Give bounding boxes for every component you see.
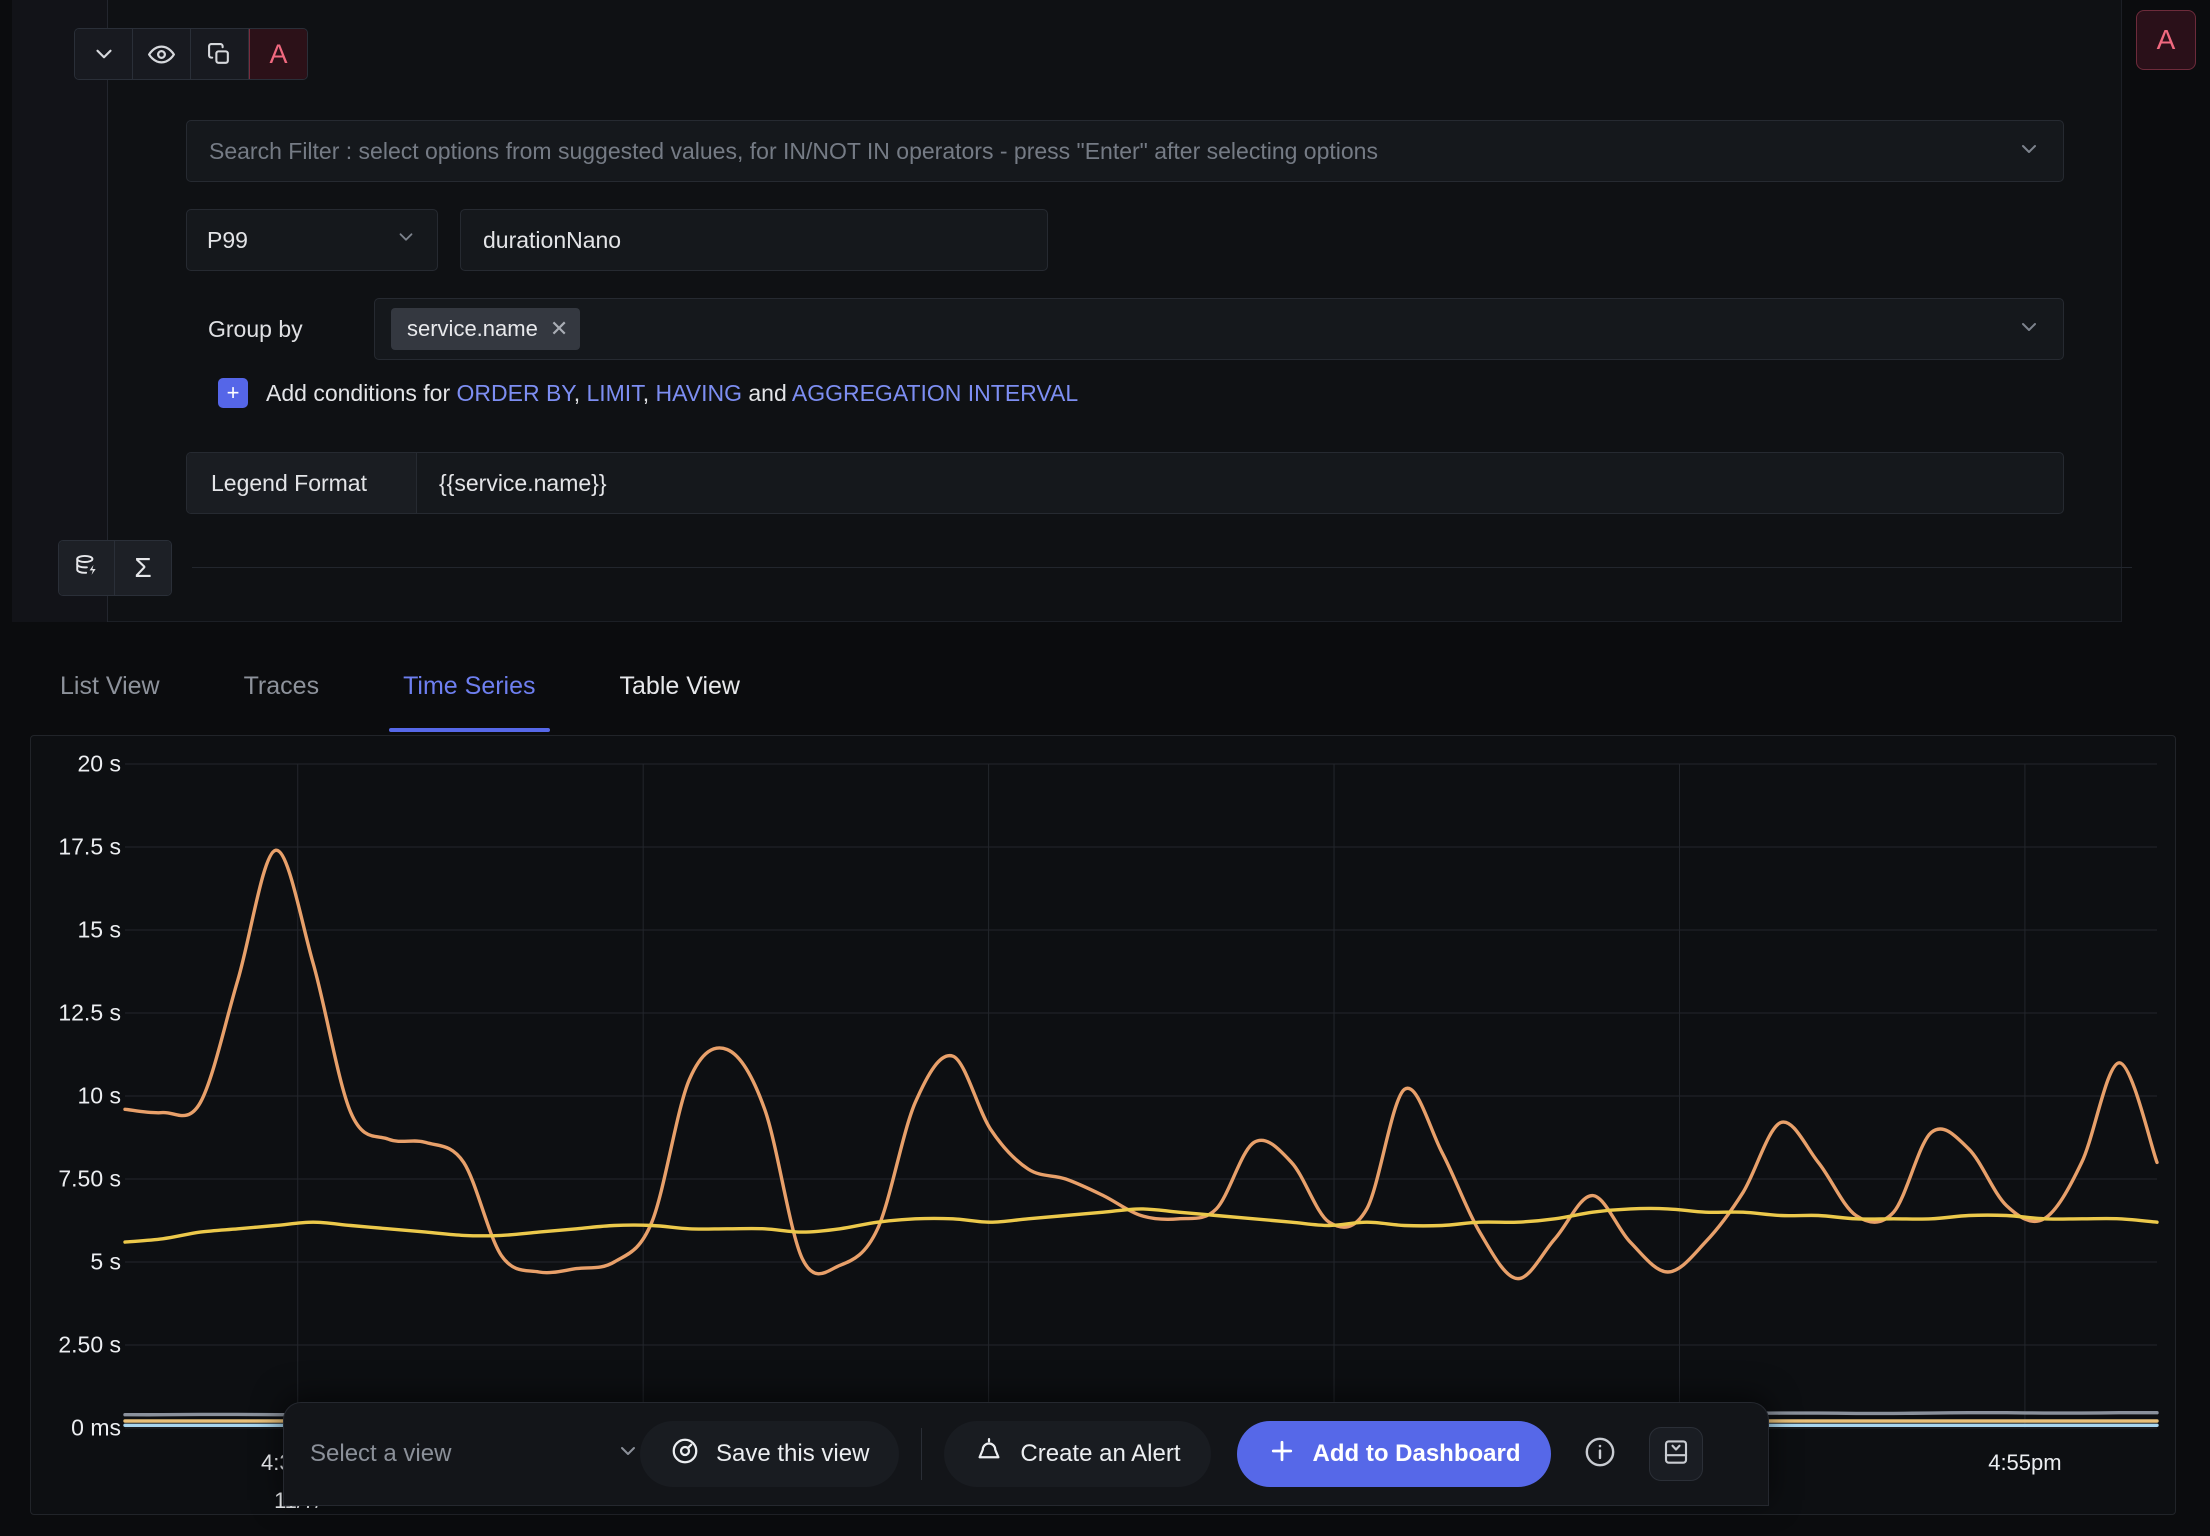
panel-icon — [1661, 1437, 1691, 1472]
legend-format-value: {{service.name}} — [439, 469, 607, 496]
search-filter-input[interactable]: Search Filter : select options from sugg… — [186, 120, 2064, 182]
y-axis-tick-label: 15 s — [77, 916, 121, 943]
query-builder-mode-button[interactable] — [59, 541, 115, 595]
bottom-action-bar: Select a view Save this view Create an A… — [283, 1402, 1769, 1506]
and-text: and — [748, 379, 787, 406]
action-divider — [921, 1428, 923, 1480]
y-axis-tick-label: 12.5 s — [58, 999, 121, 1026]
add-to-dashboard-label: Add to Dashboard — [1312, 1440, 1521, 1467]
legend-format-row: Legend Format {{service.name}} — [186, 452, 2064, 514]
duplicate-query-button[interactable] — [191, 29, 249, 79]
query-badge-a-text: A — [2156, 24, 2176, 55]
app-root: A Search Filter : select options from su… — [0, 0, 2210, 1536]
query-builder-body: Search Filter : select options from sugg… — [108, 0, 2121, 622]
x-axis-tick-label: 4:55pm — [1988, 1450, 2062, 1475]
panel-toggle-button[interactable] — [1648, 1427, 1703, 1481]
query-footer-icons: Σ — [58, 540, 172, 596]
query-badge-a[interactable]: A — [2136, 10, 2196, 70]
chevron-down-icon — [91, 41, 117, 67]
bell-alert-icon — [974, 1436, 1004, 1473]
legend-format-label: Legend Format — [187, 453, 417, 513]
create-alert-label: Create an Alert — [1020, 1440, 1181, 1467]
legend-format-input[interactable]: {{service.name}} — [417, 453, 2063, 513]
create-alert-button[interactable]: Create an Alert — [944, 1421, 1211, 1487]
tab-label: List View — [60, 671, 160, 700]
view-select-placeholder: Select a view — [310, 1440, 452, 1467]
y-axis-tick-label: 7.50 s — [58, 1165, 121, 1192]
query-left-rail — [12, 0, 108, 622]
order-by-link[interactable]: ORDER BY — [457, 380, 574, 406]
metric-row: P99 durationNano — [186, 209, 1048, 271]
tab-list-view[interactable]: List View — [46, 640, 174, 732]
search-filter-placeholder: Search Filter : select options from sugg… — [209, 137, 1378, 164]
y-axis-tick-label: 5 s — [90, 1248, 121, 1275]
chevron-down-icon — [616, 1439, 640, 1470]
add-conditions-prefix: Add conditions for — [266, 379, 451, 406]
sigma-icon: Σ — [134, 552, 152, 583]
query-builder-panel: A Search Filter : select options from su… — [12, 0, 2132, 622]
y-axis-tick-label: 0 ms — [71, 1414, 121, 1441]
limit-link[interactable]: LIMIT — [586, 380, 642, 406]
query-label-a-text: A — [269, 38, 288, 69]
query-label-a-button[interactable]: A — [249, 29, 307, 79]
group-by-chip[interactable]: service.name ✕ — [391, 308, 581, 350]
collapse-button[interactable] — [75, 29, 133, 79]
info-button[interactable] — [1573, 1427, 1627, 1481]
copy-icon — [207, 42, 232, 67]
add-conditions-row: + Add conditions for ORDER BY, LIMIT, HA… — [218, 362, 1078, 424]
aggregate-attribute-value: durationNano — [483, 226, 622, 253]
info-icon — [1583, 1435, 1617, 1474]
chart-plot-area[interactable] — [31, 736, 2177, 1516]
time-series-chart: 20 s 17.5 s 15 s 12.5 s 10 s 7.50 s 5 s 2.50 s 0… — [30, 735, 2176, 1515]
chevron-down-icon — [2017, 315, 2041, 344]
save-view-button[interactable]: Save this view — [640, 1421, 900, 1487]
database-lightning-icon — [74, 553, 100, 584]
chevron-down-icon — [2017, 137, 2041, 166]
plus-icon — [1267, 1436, 1297, 1473]
group-by-row: Group by service.name ✕ — [186, 298, 2064, 360]
eye-icon — [148, 41, 175, 68]
aggregation-interval-link[interactable]: AGGREGATION INTERVAL — [792, 380, 1078, 406]
tab-label: Traces — [243, 671, 320, 700]
y-axis-tick-label: 17.5 s — [58, 833, 121, 860]
tab-traces[interactable]: Traces — [230, 640, 333, 732]
y-axis-tick-label: 10 s — [77, 1082, 121, 1109]
tab-table-view[interactable]: Table View — [606, 640, 754, 732]
group-by-select[interactable]: service.name ✕ — [374, 298, 2064, 360]
chevron-down-icon — [395, 226, 417, 254]
y-axis-tick-label: 2.50 s — [58, 1331, 121, 1358]
tab-label: Time Series — [403, 671, 536, 700]
aggregate-function-value: P99 — [207, 226, 248, 253]
view-tabs: List View Traces Time Series Table View — [0, 640, 2210, 732]
save-disc-icon — [670, 1436, 700, 1473]
add-condition-button[interactable]: + — [218, 378, 248, 408]
add-to-dashboard-button[interactable]: Add to Dashboard — [1236, 1421, 1551, 1487]
view-select[interactable]: Select a view — [310, 1426, 640, 1482]
toggle-visibility-button[interactable] — [133, 29, 191, 79]
panel-divider — [192, 567, 2132, 568]
add-conditions-text: Add conditions for ORDER BY, LIMIT, HAVI… — [266, 380, 1078, 407]
having-link[interactable]: HAVING — [655, 380, 741, 406]
group-by-chip-label: service.name — [407, 316, 538, 341]
comma-2: , — [642, 379, 650, 406]
close-icon[interactable]: ✕ — [550, 316, 568, 342]
group-by-label: Group by — [208, 315, 303, 342]
tab-time-series[interactable]: Time Series — [389, 640, 550, 732]
aggregate-attribute-input[interactable]: durationNano — [460, 209, 1048, 271]
y-axis-tick-label: 20 s — [77, 750, 121, 777]
tab-label: Table View — [619, 671, 740, 700]
query-toolbar: A — [74, 28, 308, 80]
aggregate-function-select[interactable]: P99 — [186, 209, 438, 271]
save-view-label: Save this view — [716, 1440, 870, 1467]
formula-mode-button[interactable]: Σ — [115, 541, 171, 595]
comma-1: , — [573, 379, 581, 406]
